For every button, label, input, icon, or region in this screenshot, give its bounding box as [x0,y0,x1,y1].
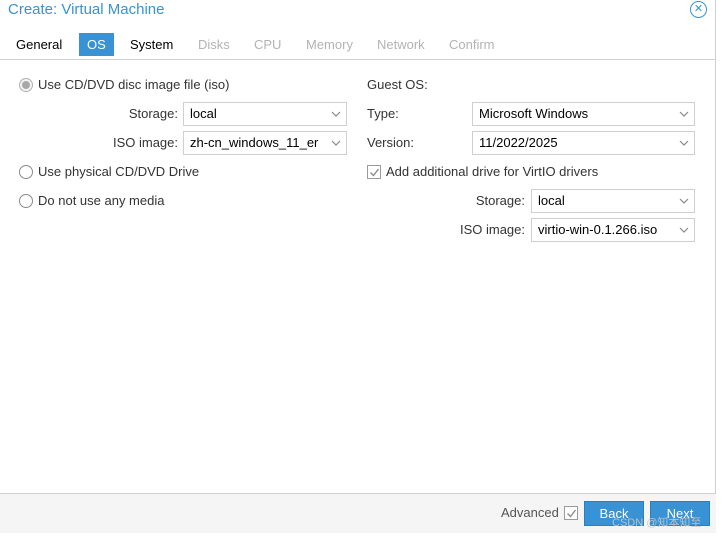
tab-cpu: CPU [254,37,282,52]
chevron-down-icon[interactable] [674,132,694,154]
dialog-title: Create: Virtual Machine [8,1,165,18]
virtio-drive-checkbox[interactable] [367,165,381,179]
iso-storage-label: Storage: [128,106,178,121]
tab-disks: Disks [198,37,230,52]
virtio-storage-label: Storage: [475,193,525,208]
physical-drive-label: Use physical CD/DVD Drive [38,164,200,179]
iso-storage-value: local [190,106,217,121]
physical-drive-option[interactable]: Use physical CD/DVD Drive [19,163,219,181]
no-media-radio[interactable] [19,194,33,208]
iso-image-label: ISO image: [112,135,178,150]
virtio-iso-value: virtio-win-0.1.266.iso [538,222,658,237]
os-version-label: Version: [367,135,414,150]
iso-media-option[interactable]: Use CD/DVD disc image file (iso) [19,76,259,94]
advanced-label: Advanced [501,505,559,520]
iso-image-value: zh-cn_windows_11_er [190,135,319,150]
virtio-storage-select[interactable]: local [531,189,695,213]
os-panel: Use CD/DVD disc image file (iso) Storage… [0,61,716,493]
tab-network: Network [377,37,425,52]
create-vm-dialog: Create: Virtual Machine ✕ General OS Sys… [0,0,716,533]
os-type-label: Type: [367,106,399,121]
os-type-select[interactable]: Microsoft Windows [472,102,695,126]
os-type-value: Microsoft Windows [479,106,589,121]
dialog-footer: Advanced Back Next [0,493,716,533]
virtio-storage-value: local [538,193,565,208]
iso-image-select[interactable]: zh-cn_windows_11_er [183,131,347,155]
wizard-tabbar: General OS System Disks CPU Memory Netwo… [0,30,716,60]
chevron-down-icon[interactable] [326,103,346,125]
virtio-drive-label: Add additional drive for VirtIO drivers [386,164,599,179]
chevron-down-icon[interactable] [674,219,694,241]
chevron-down-icon[interactable] [674,103,694,125]
no-media-label: Do not use any media [38,193,165,208]
dialog-titlebar: Create: Virtual Machine ✕ [0,0,716,22]
virtio-iso-label: ISO image: [459,222,525,237]
os-version-value: 11/2022/2025 [479,135,558,150]
tab-confirm: Confirm [449,37,495,52]
chevron-down-icon[interactable] [674,190,694,212]
iso-media-label: Use CD/DVD disc image file (iso) [38,77,230,92]
tab-os[interactable]: OS [79,33,114,56]
csdn-watermark: CSDN @知本知至 [612,517,702,529]
advanced-toggle[interactable]: Advanced [501,504,581,522]
tab-general[interactable]: General [8,33,70,56]
iso-storage-select[interactable]: local [183,102,347,126]
no-media-option[interactable]: Do not use any media [19,192,189,210]
physical-drive-radio[interactable] [19,165,33,179]
iso-media-radio[interactable] [19,78,33,92]
guest-os-heading: Guest OS: [367,77,428,92]
virtio-drive-option[interactable]: Add additional drive for VirtIO drivers [367,163,627,181]
advanced-checkbox[interactable] [564,506,578,520]
close-icon[interactable]: ✕ [690,1,707,18]
os-version-select[interactable]: 11/2022/2025 [472,131,695,155]
chevron-down-icon[interactable] [326,132,346,154]
tab-memory: Memory [306,37,353,52]
tab-system[interactable]: System [122,33,181,56]
virtio-iso-select[interactable]: virtio-win-0.1.266.iso [531,218,695,242]
